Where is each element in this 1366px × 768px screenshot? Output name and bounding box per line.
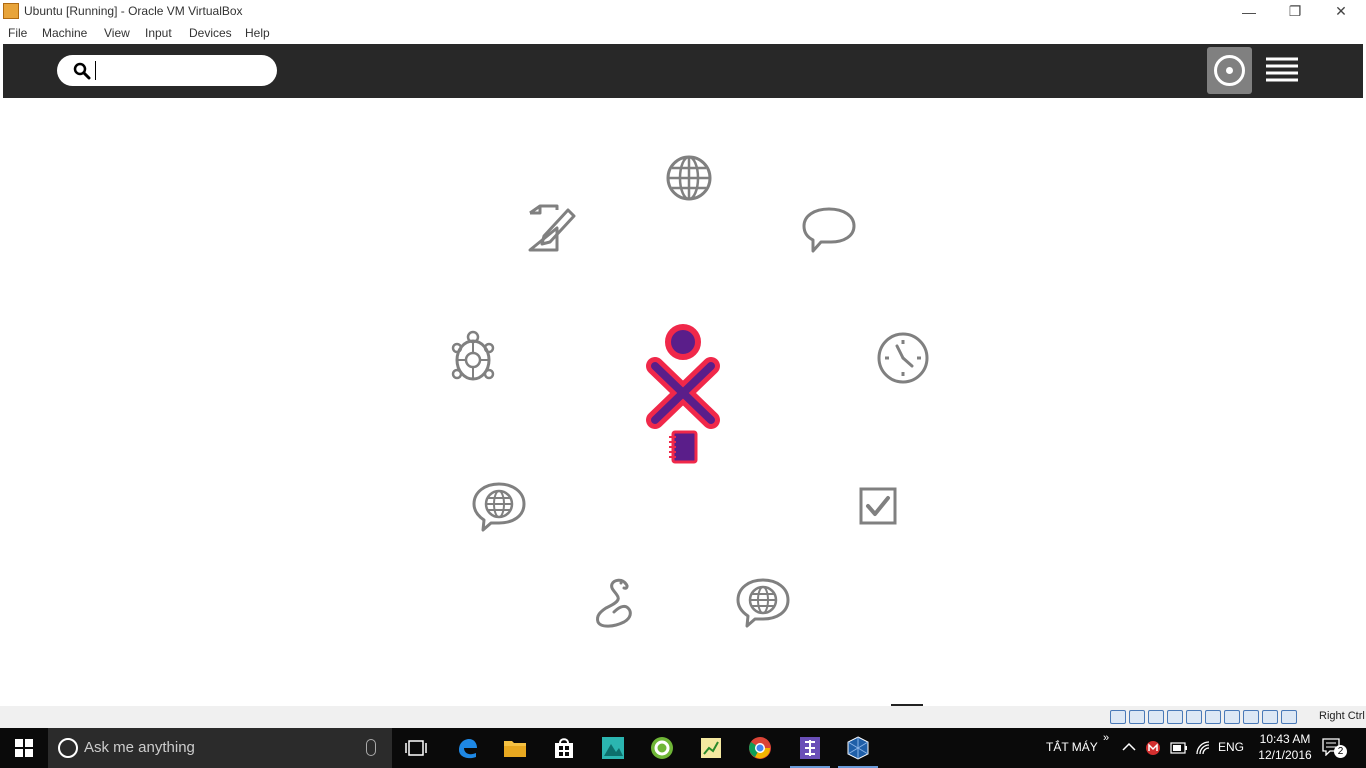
clock-date: 12/1/2016 — [1258, 748, 1312, 762]
write-activity-icon — [528, 204, 576, 252]
purple-app-icon — [800, 737, 820, 759]
list-view-button[interactable] — [1261, 54, 1303, 86]
journal-icon — [669, 430, 698, 464]
start-button[interactable] — [0, 728, 48, 768]
activity-browse[interactable] — [659, 148, 719, 208]
activity-clock[interactable] — [873, 328, 933, 388]
display-icon[interactable] — [1224, 710, 1240, 724]
system-clock[interactable]: 10:43 AM 12/1/2016 — [1250, 731, 1320, 763]
taskbar-virtualbox[interactable] — [834, 728, 882, 768]
image-app-icon — [602, 737, 624, 759]
microphone-icon[interactable] — [366, 739, 376, 756]
chat-activity-icon — [802, 207, 856, 253]
menu-input[interactable]: Input — [145, 26, 172, 40]
chrome-icon — [749, 737, 771, 759]
audio-icon[interactable] — [1148, 710, 1164, 724]
xo-buddy-icon — [646, 324, 720, 464]
task-view-icon — [405, 740, 427, 756]
activity-web-chat[interactable] — [469, 476, 529, 536]
battery-icon[interactable] — [1170, 742, 1188, 754]
sugar-home-view — [3, 98, 1363, 706]
menubar: File Machine View Input Devices Help — [0, 23, 1366, 44]
store-icon — [555, 738, 573, 758]
web-chat-2-activity-icon — [736, 578, 790, 628]
mouse-integration-icon[interactable] — [1281, 710, 1297, 724]
window-titlebar: Ubuntu [Running] - Oracle VM VirtualBox … — [0, 0, 1366, 23]
cortana-search[interactable]: Ask me anything — [48, 728, 392, 768]
activity-turtleart[interactable] — [443, 328, 503, 388]
virtualbox-icon — [847, 736, 869, 760]
search-icon — [73, 62, 91, 80]
toolbar-expand-chevron[interactable]: » — [1103, 732, 1109, 744]
virtualbox-app-icon — [3, 3, 19, 19]
menu-machine[interactable]: Machine — [42, 26, 87, 40]
wifi-icon[interactable] — [1195, 740, 1211, 756]
menu-view[interactable]: View — [104, 26, 130, 40]
notification-count-badge: 2 — [1334, 745, 1347, 758]
edge-icon — [459, 739, 477, 759]
cortana-icon — [58, 738, 78, 758]
clock-time: 10:43 AM — [1259, 732, 1311, 746]
xo-buddy[interactable] — [643, 320, 723, 470]
network-icon[interactable] — [1167, 710, 1183, 724]
search-input[interactable] — [95, 61, 265, 80]
favorites-view-button[interactable] — [1207, 47, 1252, 94]
list-view-icon — [1266, 57, 1298, 82]
browse-activity-icon — [666, 155, 712, 201]
pippy-python-activity-icon — [596, 578, 632, 628]
ring-view-icon — [1214, 55, 1245, 86]
taskbar-chrome[interactable] — [736, 728, 784, 768]
hard-disk-icon[interactable] — [1110, 710, 1126, 724]
antivirus-tray-icon[interactable] — [1145, 740, 1161, 756]
taskbar-purple-app[interactable] — [786, 728, 834, 768]
web-chat-activity-icon — [472, 482, 526, 532]
restore-button[interactable]: ❐ — [1272, 0, 1318, 23]
taskbar-file-explorer[interactable] — [491, 728, 539, 768]
activity-checkbox[interactable] — [848, 476, 908, 536]
optical-drive-icon[interactable] — [1129, 710, 1145, 724]
language-indicator[interactable]: ENG — [1218, 740, 1244, 754]
menu-help[interactable]: Help — [245, 26, 270, 40]
minimize-button[interactable]: — — [1226, 0, 1272, 23]
host-key-label: Right Ctrl — [1319, 710, 1365, 722]
taskbar-coccoc[interactable] — [638, 728, 686, 768]
windows-logo-icon — [15, 739, 33, 757]
virtualization-icon[interactable] — [1262, 710, 1278, 724]
windows-taskbar: Ask me anything TẮT MÁY » ENG 10:43 AM 1… — [0, 728, 1366, 768]
cortana-placeholder: Ask me anything — [84, 739, 195, 756]
folder-icon — [504, 741, 526, 757]
activity-web-chat-2[interactable] — [733, 572, 793, 632]
shared-folders-icon[interactable] — [1205, 710, 1221, 724]
task-view-button[interactable] — [392, 728, 440, 768]
usb-icon[interactable] — [1186, 710, 1202, 724]
close-button[interactable]: ✕ — [1318, 0, 1364, 23]
menu-file[interactable]: File — [8, 26, 27, 40]
coccoc-browser-icon — [651, 737, 673, 759]
show-hidden-icons-icon[interactable] — [1122, 742, 1136, 752]
sugar-toolbar — [3, 44, 1363, 98]
menu-devices[interactable]: Devices — [189, 26, 232, 40]
shutdown-label[interactable]: TẮT MÁY — [1046, 740, 1098, 754]
taskbar-edge[interactable] — [443, 728, 491, 768]
activity-write[interactable] — [522, 198, 582, 258]
action-center-button[interactable]: 2 — [1322, 738, 1347, 758]
clock-activity-icon — [877, 332, 929, 384]
turtleart-activity-icon — [451, 330, 495, 381]
activity-pippy[interactable] — [584, 572, 644, 632]
window-title: Ubuntu [Running] - Oracle VM VirtualBox — [24, 4, 243, 18]
taskbar-store[interactable] — [540, 728, 588, 768]
video-capture-icon[interactable] — [1243, 710, 1259, 724]
checkbox-activity-icon — [859, 487, 897, 525]
vbox-status-bar: Right Ctrl — [0, 706, 1366, 728]
chart-app-icon — [701, 738, 721, 758]
activity-chat[interactable] — [799, 198, 859, 258]
taskbar-app-teal[interactable] — [589, 728, 637, 768]
search-box[interactable] — [57, 55, 277, 86]
vbox-device-icons — [1110, 710, 1297, 724]
taskbar-chart-app[interactable] — [687, 728, 735, 768]
